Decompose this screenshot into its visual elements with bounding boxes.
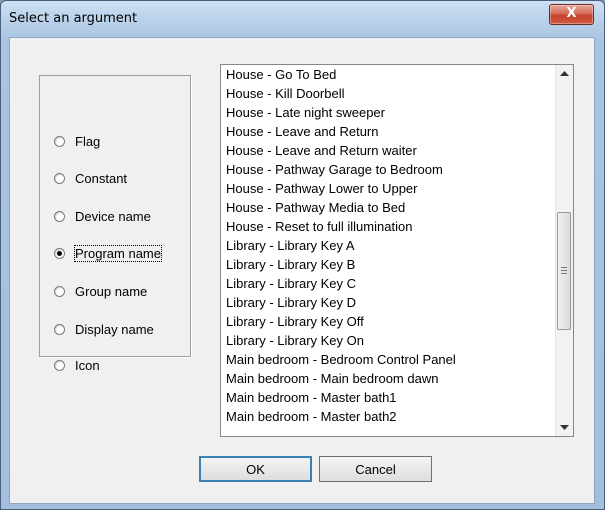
list-item[interactable]: Main bedroom - Master bath1 xyxy=(221,388,556,407)
list-item[interactable]: Library - Library Key D xyxy=(221,293,556,312)
list-item[interactable]: House - Pathway Lower to Upper xyxy=(221,179,556,198)
list-item[interactable]: Library - Library Key C xyxy=(221,274,556,293)
program-listbox[interactable]: House - Go To Bed House - Kill Doorbell … xyxy=(220,64,574,437)
radio-group-name[interactable]: Group name xyxy=(54,281,147,301)
argument-type-group: Flag Constant Device name Program name G… xyxy=(39,75,191,373)
list-item[interactable]: Main bedroom - Master bath2 xyxy=(221,407,556,426)
list-item[interactable]: Library - Library Key B xyxy=(221,255,556,274)
radio-constant[interactable]: Constant xyxy=(54,168,127,188)
radio-dot xyxy=(57,250,62,256)
list-item[interactable]: House - Late night sweeper xyxy=(221,103,556,122)
radio-label: Program name xyxy=(74,244,162,262)
dialog-window: Select an argument X Flag Constant Devic… xyxy=(0,0,605,510)
program-list-items: House - Go To Bed House - Kill Doorbell … xyxy=(221,65,556,426)
radio-button-icon xyxy=(54,285,65,297)
title-bar[interactable]: Select an argument X xyxy=(1,1,604,37)
radio-button-icon xyxy=(54,135,65,147)
list-item[interactable]: House - Go To Bed xyxy=(221,65,556,84)
radio-label: Constant xyxy=(75,170,128,186)
list-item[interactable]: House - Pathway Garage to Bedroom xyxy=(221,160,556,179)
window-title: Select an argument xyxy=(9,11,138,26)
list-item[interactable]: Main bedroom - Main bedroom dawn xyxy=(221,369,556,388)
radio-label: Flag xyxy=(75,133,101,149)
list-item[interactable]: House - Leave and Return waiter xyxy=(221,141,556,160)
close-button[interactable]: X xyxy=(549,4,594,25)
list-item[interactable]: Library - Library Key On xyxy=(221,331,556,350)
scroll-up-button[interactable] xyxy=(556,65,573,82)
vertical-scrollbar[interactable] xyxy=(555,65,573,436)
radio-button-icon xyxy=(54,359,65,371)
list-item[interactable]: House - Leave and Return xyxy=(221,122,556,141)
list-item[interactable]: House - Kill Doorbell xyxy=(221,84,556,103)
radio-label: Display name xyxy=(75,321,154,337)
radio-icon[interactable]: Icon xyxy=(54,355,100,375)
list-item[interactable]: House - Pathway Media to Bed xyxy=(221,198,556,217)
list-item[interactable]: House - Reset to full illumination xyxy=(221,217,556,236)
radio-flag[interactable]: Flag xyxy=(54,131,100,151)
grip-line xyxy=(561,270,567,271)
grip-line xyxy=(561,273,567,274)
list-item[interactable]: Library - Library Key A xyxy=(221,236,556,255)
list-item[interactable]: Library - Library Key Off xyxy=(221,312,556,331)
radio-program-name[interactable]: Program name xyxy=(54,243,162,263)
cancel-button[interactable]: Cancel xyxy=(319,456,432,482)
radio-button-icon xyxy=(54,323,65,335)
dialog-client-area: Flag Constant Device name Program name G… xyxy=(9,37,595,504)
radio-button-selected-icon xyxy=(54,247,65,259)
ok-button[interactable]: OK xyxy=(199,456,312,482)
grip-line xyxy=(561,267,567,268)
close-icon: X xyxy=(566,6,577,21)
radio-device-name[interactable]: Device name xyxy=(54,206,151,226)
arrow-up-icon xyxy=(560,71,569,76)
radio-display-name[interactable]: Display name xyxy=(54,319,154,339)
radio-button-icon xyxy=(54,172,65,184)
radio-label: Device name xyxy=(75,208,151,224)
scroll-thumb[interactable] xyxy=(557,212,571,330)
radio-label: Group name xyxy=(75,283,148,299)
radio-button-icon xyxy=(54,210,65,222)
scroll-down-button[interactable] xyxy=(556,419,573,436)
list-item[interactable]: Main bedroom - Bedroom Control Panel xyxy=(221,350,556,369)
radio-label: Icon xyxy=(75,357,100,373)
arrow-down-icon xyxy=(560,425,569,430)
